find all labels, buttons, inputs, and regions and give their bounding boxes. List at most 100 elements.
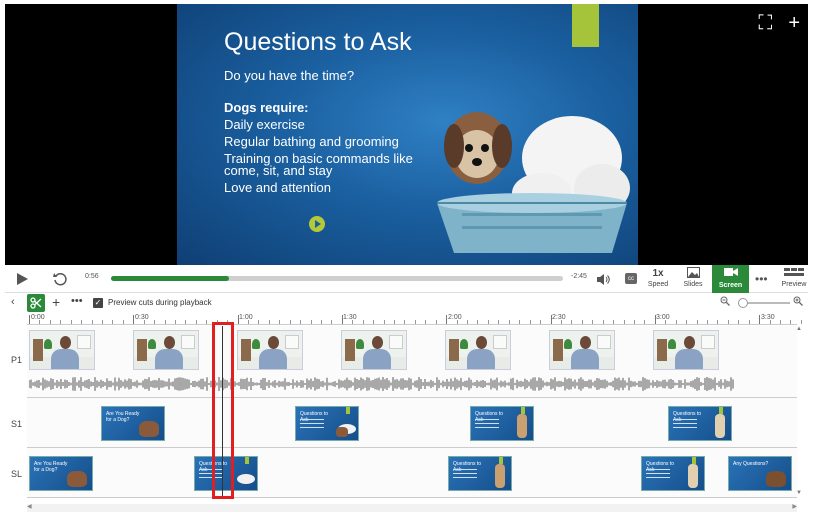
slide-clip[interactable]: Are You Ready for a Dog? [101,406,165,441]
zoom-out-icon[interactable] [720,296,730,309]
ruler-tick [133,315,135,324]
slide-play-icon[interactable] [309,216,325,232]
progress-bar[interactable] [111,276,563,281]
ruler-tick [446,315,448,324]
audio-waveform [29,377,734,391]
timeline[interactable]: 0:00 0:30 1:00 1:30 2:00 2:30 3:00 3:30 … [5,313,808,504]
slide-clip-title: Are You Ready for a Dog? [34,461,68,473]
speed-button[interactable]: 1x Speed [643,267,673,288]
rewind-button[interactable] [53,265,67,293]
presenter-clip[interactable] [549,330,615,370]
track-sl[interactable]: Are You Ready for a Dog? Questions to As… [27,448,797,498]
toolbar-more-button[interactable]: ••• [71,295,83,307]
scissors-icon [30,297,42,309]
slide-text-lines [475,419,499,431]
more-options-button[interactable]: ••• [755,265,768,293]
play-icon [17,273,28,285]
slide-text-lines [673,419,697,431]
ruler-tick [613,320,615,324]
ruler-tick [540,320,542,324]
ruler-tick [738,320,740,324]
zoom-in-icon[interactable] [793,296,803,309]
presenter-clip[interactable] [341,330,407,370]
slide-clip[interactable]: Questions to Ask [448,456,512,491]
ruler-tick [519,320,521,324]
ruler-tick [300,320,302,324]
screen-button[interactable]: Screen [712,265,749,293]
back-chevron-icon[interactable]: ‹ [11,296,15,308]
volume-button[interactable] [597,265,611,293]
slides-icon [678,267,708,281]
ruler-tick [206,320,208,324]
ruler-tick [175,320,177,324]
zoom-slider-handle[interactable] [738,298,748,308]
play-button[interactable] [17,265,28,293]
slide-accent-bar [572,4,599,47]
scroll-right-icon[interactable]: ▶ [792,503,797,510]
scroll-left-icon[interactable]: ◀ [27,503,32,510]
track-label-s1: S1 [11,419,23,429]
cut-button[interactable] [27,294,45,312]
ruler-tick [321,320,323,324]
scroll-down-icon[interactable]: ▼ [796,490,802,496]
slide-clip[interactable]: Questions to Ask [668,406,732,441]
scroll-up-icon[interactable]: ▲ [796,326,802,332]
ruler-label: 2:00 [448,314,462,321]
presenter-clip[interactable] [445,330,511,370]
presenter-clip[interactable] [29,330,95,370]
dog-thumb-icon [336,427,348,437]
time-ruler[interactable]: 0:00 0:30 1:00 1:30 2:00 2:30 3:00 3:30 [27,313,802,325]
video-player[interactable]: Questions to Ask Do you have the time? D… [5,4,808,265]
presenter-clip[interactable] [237,330,303,370]
ruler-tick [404,320,406,324]
slide-clip[interactable]: Questions to Ask [641,456,705,491]
dog-bath-image [437,112,630,253]
add-button[interactable]: + [52,294,60,310]
slides-button[interactable]: Slides [678,267,708,288]
slide-clip[interactable]: Questions to Ask [470,406,534,441]
dog-thumb-icon [766,471,786,487]
ruler-tick [675,320,677,324]
ruler-label: 1:00 [239,314,253,321]
slide-clip[interactable]: Questions to Ask [295,406,359,441]
ruler-tick [143,320,145,324]
slide-clip[interactable]: Any Questions? [728,456,792,491]
slides-label: Slides [683,281,703,288]
slide-clip-title: Any Questions? [733,461,769,467]
slide-heading: Dogs require: [224,100,309,115]
ruler-tick [373,320,375,324]
bubbles-thumb-icon [237,474,255,484]
ruler-tick [727,320,729,324]
presenter-clip[interactable] [133,330,199,370]
ruler-tick [696,320,698,324]
track-p1[interactable] [27,326,797,398]
playback-controls: 0:56 -2:45 cc 1x Speed Slides Screen ••• [5,265,808,293]
ruler-tick [394,320,396,324]
slide-item: Regular bathing and grooming [224,134,399,149]
preview-button[interactable]: Preview [779,267,809,288]
ruler-tick [800,320,802,324]
presenter-clip[interactable] [653,330,719,370]
dog-thumb-icon [67,471,87,487]
ruler-tick [748,320,750,324]
preview-cuts-checkbox[interactable]: ✓ [93,298,103,308]
horizontal-scrollbar[interactable]: ◀ ▶ [27,504,797,512]
add-icon[interactable]: + [788,12,800,35]
ruler-tick [70,320,72,324]
slide-clip[interactable]: Are You Ready for a Dog? [29,456,93,491]
track-s1[interactable]: Are You Ready for a Dog? Questions to As… [27,398,797,448]
closed-captions-button[interactable]: cc [625,273,637,284]
ruler-tick [487,320,489,324]
slide-accent-bar [245,457,249,464]
progress-fill [111,276,229,281]
ruler-tick [665,320,667,324]
fullscreen-icon[interactable]: ⛶ [758,12,772,35]
ruler-tick [112,320,114,324]
ruler-tick [362,320,364,324]
ruler-tick [654,315,656,324]
ruler-tick [164,320,166,324]
ruler-tick [289,320,291,324]
ruler-tick [435,320,437,324]
rewind-icon [53,273,67,286]
vertical-scrollbar[interactable]: ▲ ▼ [796,326,804,496]
